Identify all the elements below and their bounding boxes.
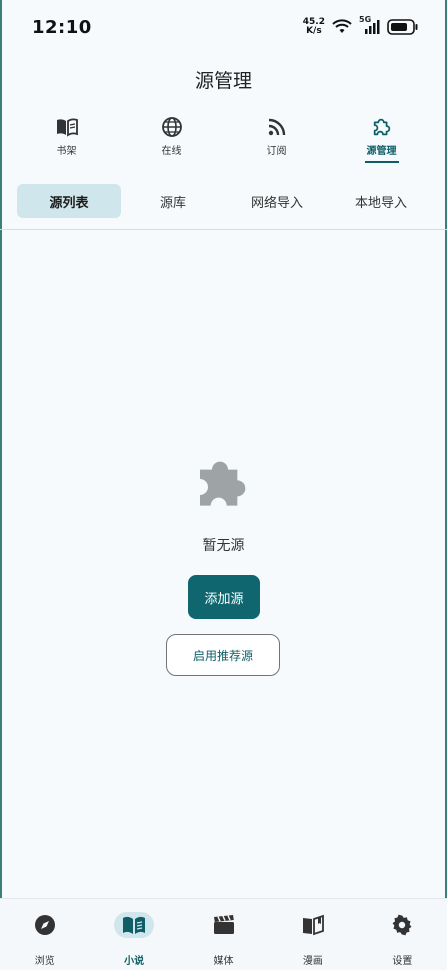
- tab-source-manage[interactable]: 源管理: [329, 114, 434, 164]
- nav-novel[interactable]: 小说: [89, 899, 178, 970]
- add-source-button[interactable]: 添加源: [188, 575, 260, 619]
- globe-icon: [161, 114, 183, 140]
- book-open-icon: [114, 912, 155, 938]
- net-speed-unit: K/s: [306, 26, 322, 36]
- top-tab-bar: 书架 在线 订阅 源管理: [14, 114, 434, 164]
- nav-manga[interactable]: 漫画: [268, 899, 357, 970]
- rss-icon: [267, 114, 287, 140]
- sub-tab-bar: 源列表 源库 网络导入 本地导入: [17, 184, 433, 218]
- divider: [0, 229, 447, 230]
- net-speed: 45.2 K/s: [303, 18, 325, 36]
- book-icon: [55, 114, 79, 140]
- status-icons: 45.2 K/s 5G: [303, 15, 419, 36]
- nav-label: 浏览: [34, 956, 55, 967]
- status-time: 12:10: [32, 17, 92, 38]
- manga-book-icon: [293, 912, 333, 938]
- status-bar: 12:10 45.2 K/s 5G: [0, 0, 447, 58]
- tab-label: 书架: [56, 146, 77, 157]
- tab-online[interactable]: 在线: [119, 114, 224, 164]
- tab-label: 订阅: [266, 146, 287, 157]
- puzzle-icon: [371, 114, 393, 140]
- bottom-nav: 浏览 小说 媒体 漫画 设置: [0, 898, 447, 970]
- subtab-source-library[interactable]: 源库: [121, 184, 225, 218]
- puzzle-icon: [192, 451, 256, 515]
- nav-label: 漫画: [302, 956, 323, 967]
- signal-icon: 5G: [359, 15, 381, 35]
- nav-label: 小说: [124, 956, 145, 967]
- battery-icon: [387, 19, 419, 35]
- page-title: 源管理: [194, 70, 252, 92]
- tab-indicator: [155, 161, 189, 163]
- subtab-network-import[interactable]: 网络导入: [225, 184, 329, 218]
- signal-label: 5G: [359, 15, 372, 24]
- gear-icon: [382, 912, 422, 938]
- wifi-icon: [331, 19, 353, 35]
- tab-indicator: [50, 161, 84, 163]
- tab-indicator: [260, 161, 294, 163]
- compass-icon: [25, 912, 65, 938]
- nav-label: 设置: [392, 956, 413, 967]
- tab-indicator: [364, 161, 399, 163]
- tab-label: 源管理: [366, 146, 397, 157]
- subtab-local-import[interactable]: 本地导入: [329, 184, 433, 218]
- nav-media[interactable]: 媒体: [179, 899, 268, 970]
- nav-browse[interactable]: 浏览: [0, 899, 89, 970]
- tab-subscribe[interactable]: 订阅: [224, 114, 329, 164]
- subtab-source-list[interactable]: 源列表: [17, 184, 121, 218]
- empty-message: 暂无源: [202, 538, 245, 554]
- nav-settings[interactable]: 设置: [358, 899, 447, 970]
- tab-bookshelf[interactable]: 书架: [14, 114, 119, 164]
- nav-label: 媒体: [213, 956, 234, 967]
- enable-recommended-button[interactable]: 启用推荐源: [166, 634, 280, 676]
- tab-label: 在线: [161, 146, 182, 157]
- clapperboard-icon: [204, 912, 244, 938]
